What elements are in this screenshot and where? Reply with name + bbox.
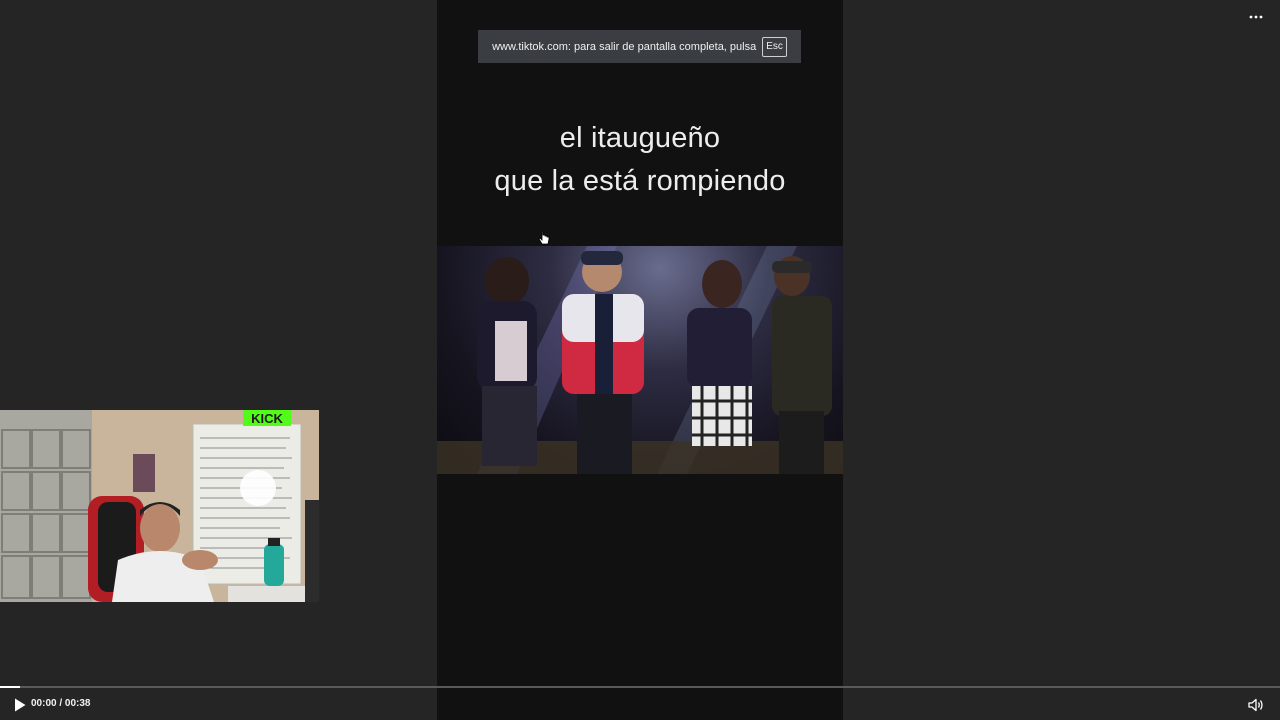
more-options-button[interactable] (1245, 8, 1267, 26)
video-frame-illustration (437, 246, 843, 474)
more-options-icon (1249, 15, 1263, 19)
time-display: 00:00 / 00:38 (31, 698, 91, 709)
streamer-webcam-overlay: KICK (0, 410, 319, 602)
fullscreen-notice: www.tiktok.com: para salir de pantalla c… (478, 30, 801, 63)
video-caption-line-1: el itaugueño (559, 122, 721, 154)
time-separator: / (56, 698, 65, 709)
video-caption-line-2: que la está rompiendo (494, 165, 786, 197)
play-button[interactable] (12, 697, 28, 713)
volume-icon (1248, 698, 1263, 712)
play-icon (15, 698, 26, 712)
volume-button[interactable] (1247, 697, 1265, 713)
esc-key-badge: Esc (762, 36, 787, 57)
duration: 00:38 (64, 698, 91, 709)
kick-banner-text: KICK (251, 411, 283, 426)
webcam-illustration: KICK (0, 410, 319, 602)
progress-bar-fill (0, 686, 21, 688)
fullscreen-notice-text: www.tiktok.com: para salir de pantalla c… (492, 40, 757, 53)
hand-pointer-icon (538, 230, 550, 245)
video-frame[interactable] (437, 246, 843, 474)
progress-bar[interactable] (0, 686, 1280, 688)
current-time: 00:00 (31, 698, 57, 709)
